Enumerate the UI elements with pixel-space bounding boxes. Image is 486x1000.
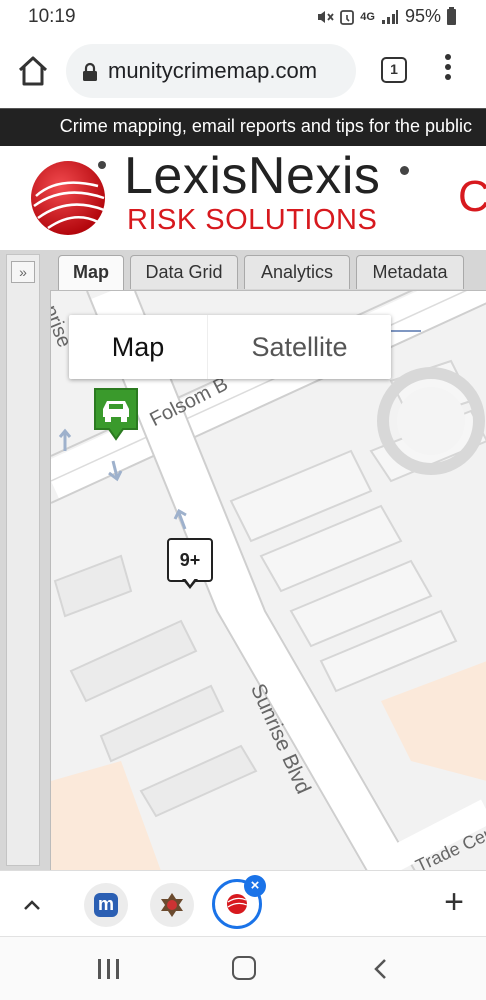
map-view-button[interactable]: Map (69, 315, 207, 379)
crime-cluster-marker[interactable]: 9+ (167, 538, 213, 594)
tab-map[interactable]: Map (58, 255, 124, 291)
system-nav-bar (0, 936, 486, 1000)
battery-percent: 95% (404, 6, 441, 26)
recent-apps-icon[interactable] (98, 959, 122, 981)
expand-panel-button[interactable]: » (11, 261, 35, 283)
badge-icon (161, 893, 183, 917)
cluster-count: 9+ (167, 538, 213, 582)
tab-metadata[interactable]: Metadata (356, 255, 464, 289)
crime-map[interactable]: Folsom B Sunrise Blvd nrise Trade Cen Ma… (50, 290, 486, 870)
alarm-icon (340, 9, 355, 25)
shortcut-m[interactable]: m (84, 883, 128, 927)
tab-switcher-button[interactable]: 1 (381, 57, 407, 83)
site-tagline-bar: Crime mapping, email reports and tips fo… (0, 108, 486, 146)
logo-subtitle: RISK SOLUTIONS (127, 204, 378, 236)
mute-icon (318, 10, 334, 23)
chevron-up-icon[interactable] (20, 893, 44, 917)
status-icons: 4G 95% (316, 6, 456, 27)
network-type: 4G (360, 10, 375, 23)
map-type-toggle: Map Satellite (69, 315, 391, 379)
logo-wordmark: LexisNexis (124, 147, 381, 205)
browser-toolbar: munitycrimemap.com 1 (0, 34, 486, 108)
registered-mark (400, 166, 409, 175)
more-menu-icon[interactable] (440, 54, 456, 88)
address-bar[interactable]: munitycrimemap.com (66, 44, 356, 98)
back-icon[interactable] (370, 957, 392, 981)
satellite-view-button[interactable]: Satellite (207, 315, 391, 379)
url-text: munitycrimemap.com (108, 58, 318, 83)
lock-icon (83, 62, 97, 81)
battery-icon (447, 6, 456, 25)
status-bar: 10:19 4G 95% (0, 0, 486, 34)
lexisnexis-logo-icon[interactable] (28, 156, 108, 236)
tab-analytics[interactable]: Analytics (244, 255, 350, 289)
status-time: 10:19 (28, 6, 76, 27)
car-icon[interactable] (93, 387, 139, 443)
signal-icon (381, 9, 398, 24)
site-header: LexisNexis RISK SOLUTIONS C (0, 146, 486, 250)
m-app-icon: m (94, 893, 118, 917)
home-nav-icon[interactable] (232, 956, 256, 980)
add-shortcut-button[interactable]: + (436, 885, 472, 919)
browser-bottom-bar: m × + (0, 870, 486, 936)
view-tabs: Map Data Grid Analytics Metadata (46, 250, 486, 291)
home-icon[interactable] (14, 52, 52, 90)
side-panel-collapsed: » (6, 254, 40, 866)
site-tagline: Crime mapping, email reports and tips fo… (59, 116, 472, 136)
shortcut-badge[interactable] (150, 883, 194, 927)
close-icon[interactable]: × (244, 875, 266, 897)
tab-data-grid[interactable]: Data Grid (130, 255, 238, 289)
header-cutoff-text: C (458, 172, 486, 221)
